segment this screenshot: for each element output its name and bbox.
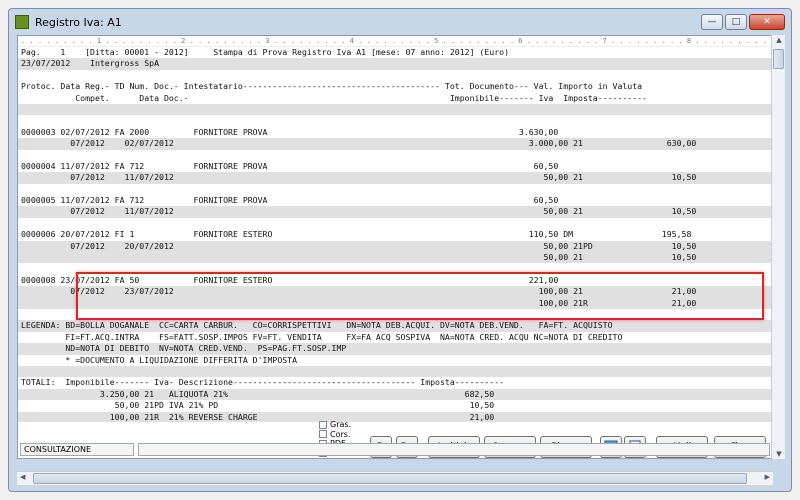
report-line: TOTALI: Imponibile------- Iva- Descrizio… [21,377,505,388]
window-controls: — □ ✕ [701,14,785,30]
maximize-button[interactable]: □ [725,14,747,30]
minimize-button[interactable]: — [701,14,723,30]
checkbox[interactable] [319,430,327,439]
report-window: Registro Iva: A1 — □ ✕ . . . . . . . . .… [8,8,792,492]
window-title: Registro Iva: A1 [35,15,122,29]
minimize-icon: — [707,17,717,27]
app-icon [15,15,29,29]
column-ruler: . . . . . . . . . 1 . . . . . . . . . 2 … [18,36,772,47]
report-line: Compet. Data Doc.- Imponibile------- Iva… [21,92,648,103]
report-line: 50,00 21 10,50 [18,252,772,264]
report-line: 100,00 21R 21,00 [18,297,772,309]
close-icon: ✕ [763,17,771,27]
status-bar: CONSULTAZIONE [18,443,772,457]
close-button[interactable]: ✕ [749,14,785,30]
report-line: FI=FT.ACQ.INTRA FS=FATT.SOSP.IMPOS FV=FT… [21,331,623,342]
report-line [18,365,772,378]
status-message [138,443,770,456]
scroll-up-icon[interactable]: ▲ [773,36,785,44]
title-bar: Registro Iva: A1 — □ ✕ [9,9,791,35]
report-line [18,218,772,229]
status-mode: CONSULTAZIONE [20,443,134,456]
option-label: Gras. [330,420,352,429]
horizontal-scrollbar[interactable]: ◀ ▶ [17,471,773,485]
report-body: Pag. 1 [Ditta: 00001 - 2012] Stampa di P… [18,47,772,423]
report-line [18,70,772,81]
report-line [18,309,772,320]
horizontal-scroll-thumb[interactable] [33,473,747,484]
report-line: 0000006 20/07/2012 FI 1 FORNITORE ESTERO… [21,229,692,240]
report-line [18,115,772,126]
option-bold[interactable]: Gras. [319,420,351,430]
scroll-left-icon[interactable]: ◀ [20,473,25,481]
scroll-down-icon[interactable]: ▼ [773,450,785,458]
report-line: ND=NOTA DI DEBITO NV=NOTA CRED.VEND. PS=… [18,343,772,355]
report-line: 23/07/2012 Intergross SpA [18,58,772,70]
report-line: 0000008 23/07/2012 FA 50 FORNITORE ESTER… [21,274,559,285]
report-line: 50,00 21PD IVA 21% PD 10,50 [21,400,495,411]
report-line [18,103,772,116]
report-line [18,184,772,195]
vertical-scroll-thumb[interactable] [773,49,784,69]
report-line: 0000003 02/07/2012 FA 2000 FORNITORE PRO… [21,126,559,137]
report-viewer: . . . . . . . . . 1 . . . . . . . . . 2 … [17,35,773,459]
report-line: 07/2012 23/07/2012 100,00 21 21,00 [18,286,772,298]
maximize-icon: □ [731,17,741,27]
checkbox[interactable] [319,420,327,429]
vertical-scrollbar[interactable]: ▲ ▼ [771,35,785,459]
report-line: 07/2012 11/07/2012 50,00 21 10,50 [18,206,772,218]
report-line [18,150,772,161]
report-line: 07/2012 20/07/2012 50,00 21PD 10,50 [18,240,772,253]
report-line [18,263,772,274]
scroll-right-icon[interactable]: ▶ [765,473,770,481]
report-line: 07/2012 11/07/2012 50,00 21 10,50 [18,172,772,184]
report-line: Protoc. Data Reg.- TD Num. Doc.- Intesta… [21,81,643,92]
report-line: * =DOCUMENTO A LIQUIDAZIONE DIFFERITA D'… [21,354,298,365]
option-label: Cors. [330,429,351,439]
report-line: 07/2012 02/07/2012 3.000,00 21 630,00 [18,138,772,150]
report-line: 3.250,00 21 ALIQUOTA 21% 682,50 [18,388,772,401]
report-line: 0000004 11/07/2012 FA 712 FORNITORE PROV… [21,160,559,171]
report-line: Pag. 1 [Ditta: 00001 - 2012] Stampa di P… [21,47,509,57]
report-line: 0000005 11/07/2012 FA 712 FORNITORE PROV… [21,195,559,206]
report-line: LEGENDA: BD=BOLLA DOGANALE CC=CARTA CARB… [18,320,772,332]
option-italic[interactable]: Cors. [319,430,351,440]
